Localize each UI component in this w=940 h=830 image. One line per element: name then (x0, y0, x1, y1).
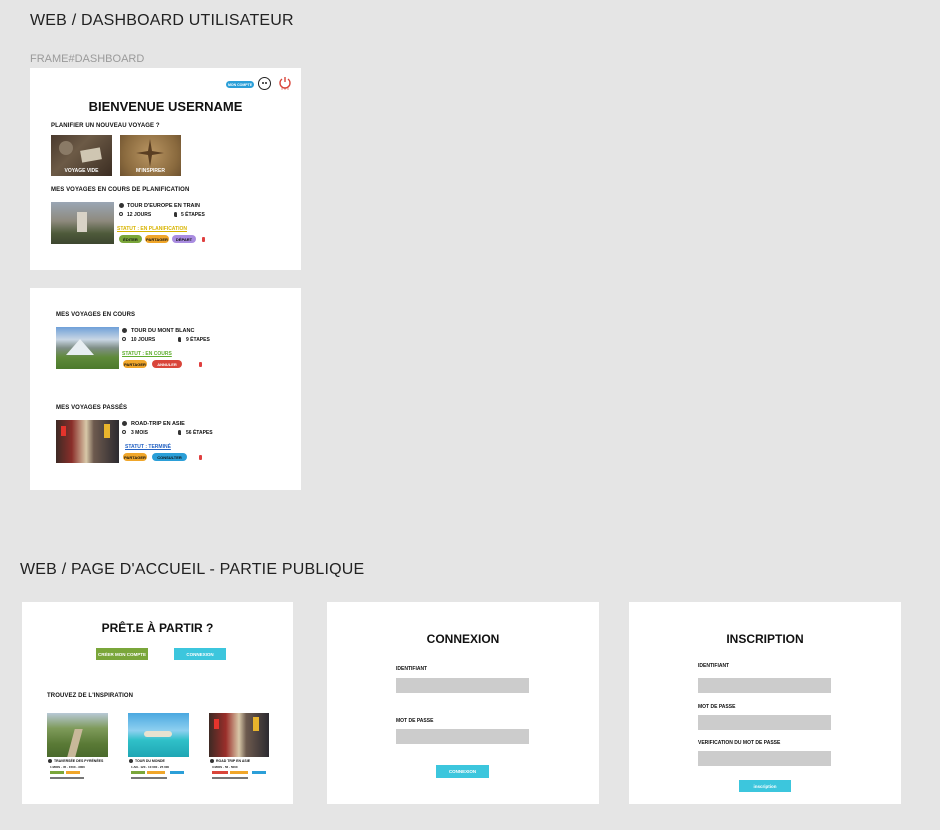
planning-heading: MES VOYAGES EN COURS DE PLANIFICATION (51, 187, 190, 193)
check-icon (119, 203, 124, 208)
ongoing-heading: MES VOYAGES EN COURS (56, 312, 136, 318)
tag-badge (66, 771, 80, 774)
signup-title: INSCRIPTION (726, 632, 804, 646)
trip-status: STATUT : EN COURS (122, 351, 172, 357)
compass-rose-icon (136, 139, 164, 167)
create-account-button[interactable]: CRÉER MON COMPTE (96, 648, 148, 660)
trip-photo-europe (51, 202, 114, 244)
check-icon (122, 421, 127, 426)
edit-button[interactable]: ÉDITER (119, 235, 142, 243)
inspiration-photo-pyrenees[interactable] (47, 713, 108, 757)
card-title: TRAVERSÉE DES PYRÉNÉES (54, 759, 104, 763)
trip-duration: 12 JOURS (127, 212, 152, 218)
share-button[interactable]: PARTAGER (123, 453, 147, 461)
trip-duration: 10 JOURS (131, 337, 156, 343)
login-panel: CONNEXION IDENTIFIANT MOT DE PASSE CONNE… (327, 602, 599, 804)
card-empty-label: VOYAGE VIDE (64, 168, 99, 174)
check-icon (129, 759, 133, 763)
identifier-input[interactable] (698, 678, 831, 693)
card-inspire-label: M'INSPIRER (136, 168, 165, 174)
trip-steps: 5 ÉTAPES (181, 212, 205, 218)
password-input[interactable] (396, 729, 529, 744)
card-meta: 1 MOIS · 45 · 1500 - 3000 (50, 765, 85, 769)
tag-badge (230, 771, 248, 774)
check-icon (48, 759, 52, 763)
trip-title: ROAD-TRIP EN ASIE (131, 421, 185, 427)
past-heading: MES VOYAGES PASSÉS (56, 405, 128, 411)
identifier-label: IDENTIFIANT (698, 663, 730, 669)
login-title: CONNEXION (426, 632, 500, 646)
card-title: ROAD TRIP EN ASIE (216, 759, 251, 763)
clock-icon (119, 212, 123, 216)
confirm-password-label: VERIFICATION DU MOT DE PASSE (698, 740, 781, 746)
card-inspire[interactable]: M'INSPIRER (120, 135, 181, 176)
plan-heading: PLANIFIER UN NOUVEAU VOYAGE ? (51, 123, 160, 129)
password-input[interactable] (698, 715, 831, 730)
section-title-public: WEB / PAGE D'ACCUEIL - PARTIE PUBLIQUE (20, 561, 365, 578)
card-empty-trip[interactable]: VOYAGE VIDE (51, 135, 112, 176)
trip-status: STATUT : EN PLANIFICATION (117, 226, 187, 232)
depart-button[interactable]: DÉPART (172, 235, 196, 243)
landing-panel: PRÊT.E À PARTIR ? CRÉER MON COMPTE CONNE… (22, 602, 293, 804)
pin-icon (178, 337, 181, 342)
tag-badge (131, 771, 145, 774)
tag-badge (170, 771, 184, 774)
dashboard-panel-planning: MON COMPTE BIENVENUE USERNAME PLANIFIER … (30, 68, 301, 270)
card-meta: 3 MOIS · 56 · 5000 (212, 765, 238, 769)
card-title: TOUR DU MONDE (135, 759, 165, 763)
frame-label: FRAME#DASHBOARD (30, 53, 145, 65)
share-button[interactable]: PARTAGER (145, 235, 169, 243)
inspiration-photo-asia[interactable] (209, 713, 269, 757)
login-submit-button[interactable]: CONNEXION (436, 765, 489, 778)
password-label: MOT DE PASSE (396, 718, 434, 724)
pin-icon (174, 212, 177, 217)
account-button[interactable]: MON COMPTE (226, 81, 254, 88)
rating-stars (131, 777, 167, 779)
trip-title: TOUR DU MONT BLANC (131, 328, 195, 334)
pin-icon (178, 430, 181, 435)
check-icon (122, 328, 127, 333)
login-button[interactable]: CONNEXION (174, 648, 226, 660)
signup-submit-button[interactable]: inscription (739, 780, 791, 792)
trip-title: TOUR D'EUROPE EN TRAIN (127, 203, 201, 209)
cancel-button[interactable]: ANNULER (152, 360, 182, 368)
landing-headline: PRÊT.E À PARTIR ? (101, 621, 214, 635)
clock-icon (122, 430, 126, 434)
identifier-label: IDENTIFIANT (396, 666, 428, 672)
dashboard-panel-trips: MES VOYAGES EN COURS TOUR DU MONT BLANC … (30, 288, 301, 490)
trip-steps: 9 ÉTAPES (186, 337, 210, 343)
trash-icon[interactable] (199, 455, 202, 460)
clock-icon (122, 337, 126, 341)
signup-panel: INSCRIPTION IDENTIFIANT MOT DE PASSE VER… (629, 602, 901, 804)
rating-stars (212, 777, 248, 779)
trash-icon[interactable] (199, 362, 202, 367)
check-icon (210, 759, 214, 763)
inspiration-photo-world[interactable] (128, 713, 189, 757)
trash-icon[interactable] (202, 237, 205, 242)
tag-badge (50, 771, 64, 774)
password-label: MOT DE PASSE (698, 704, 736, 710)
tag-badge (252, 771, 266, 774)
welcome-title: BIENVENUE USERNAME (88, 99, 243, 114)
power-icon[interactable] (279, 76, 291, 90)
tag-badge (147, 771, 165, 774)
tag-badge (212, 771, 228, 774)
rating-stars (50, 777, 84, 779)
trip-status: STATUT : TERMINÉ (125, 444, 171, 450)
trip-photo-asia (56, 420, 119, 463)
trip-duration: 3 MOIS (131, 430, 148, 436)
share-button[interactable]: PARTAGER (123, 360, 147, 368)
consult-button[interactable]: CONSULTER (152, 453, 187, 461)
trip-steps: 56 ÉTAPES (186, 430, 213, 436)
section-title-dashboard: WEB / DASHBOARD UTILISATEUR (30, 12, 294, 29)
avatar-icon[interactable] (258, 77, 271, 90)
inspiration-heading: TROUVEZ DE L'INSPIRATION (47, 693, 134, 699)
card-meta: 1 AN · 120 · 10 000 - 25 000 (131, 765, 170, 769)
trip-photo-mont-blanc (56, 327, 119, 369)
identifier-input[interactable] (396, 678, 529, 693)
confirm-password-input[interactable] (698, 751, 831, 766)
